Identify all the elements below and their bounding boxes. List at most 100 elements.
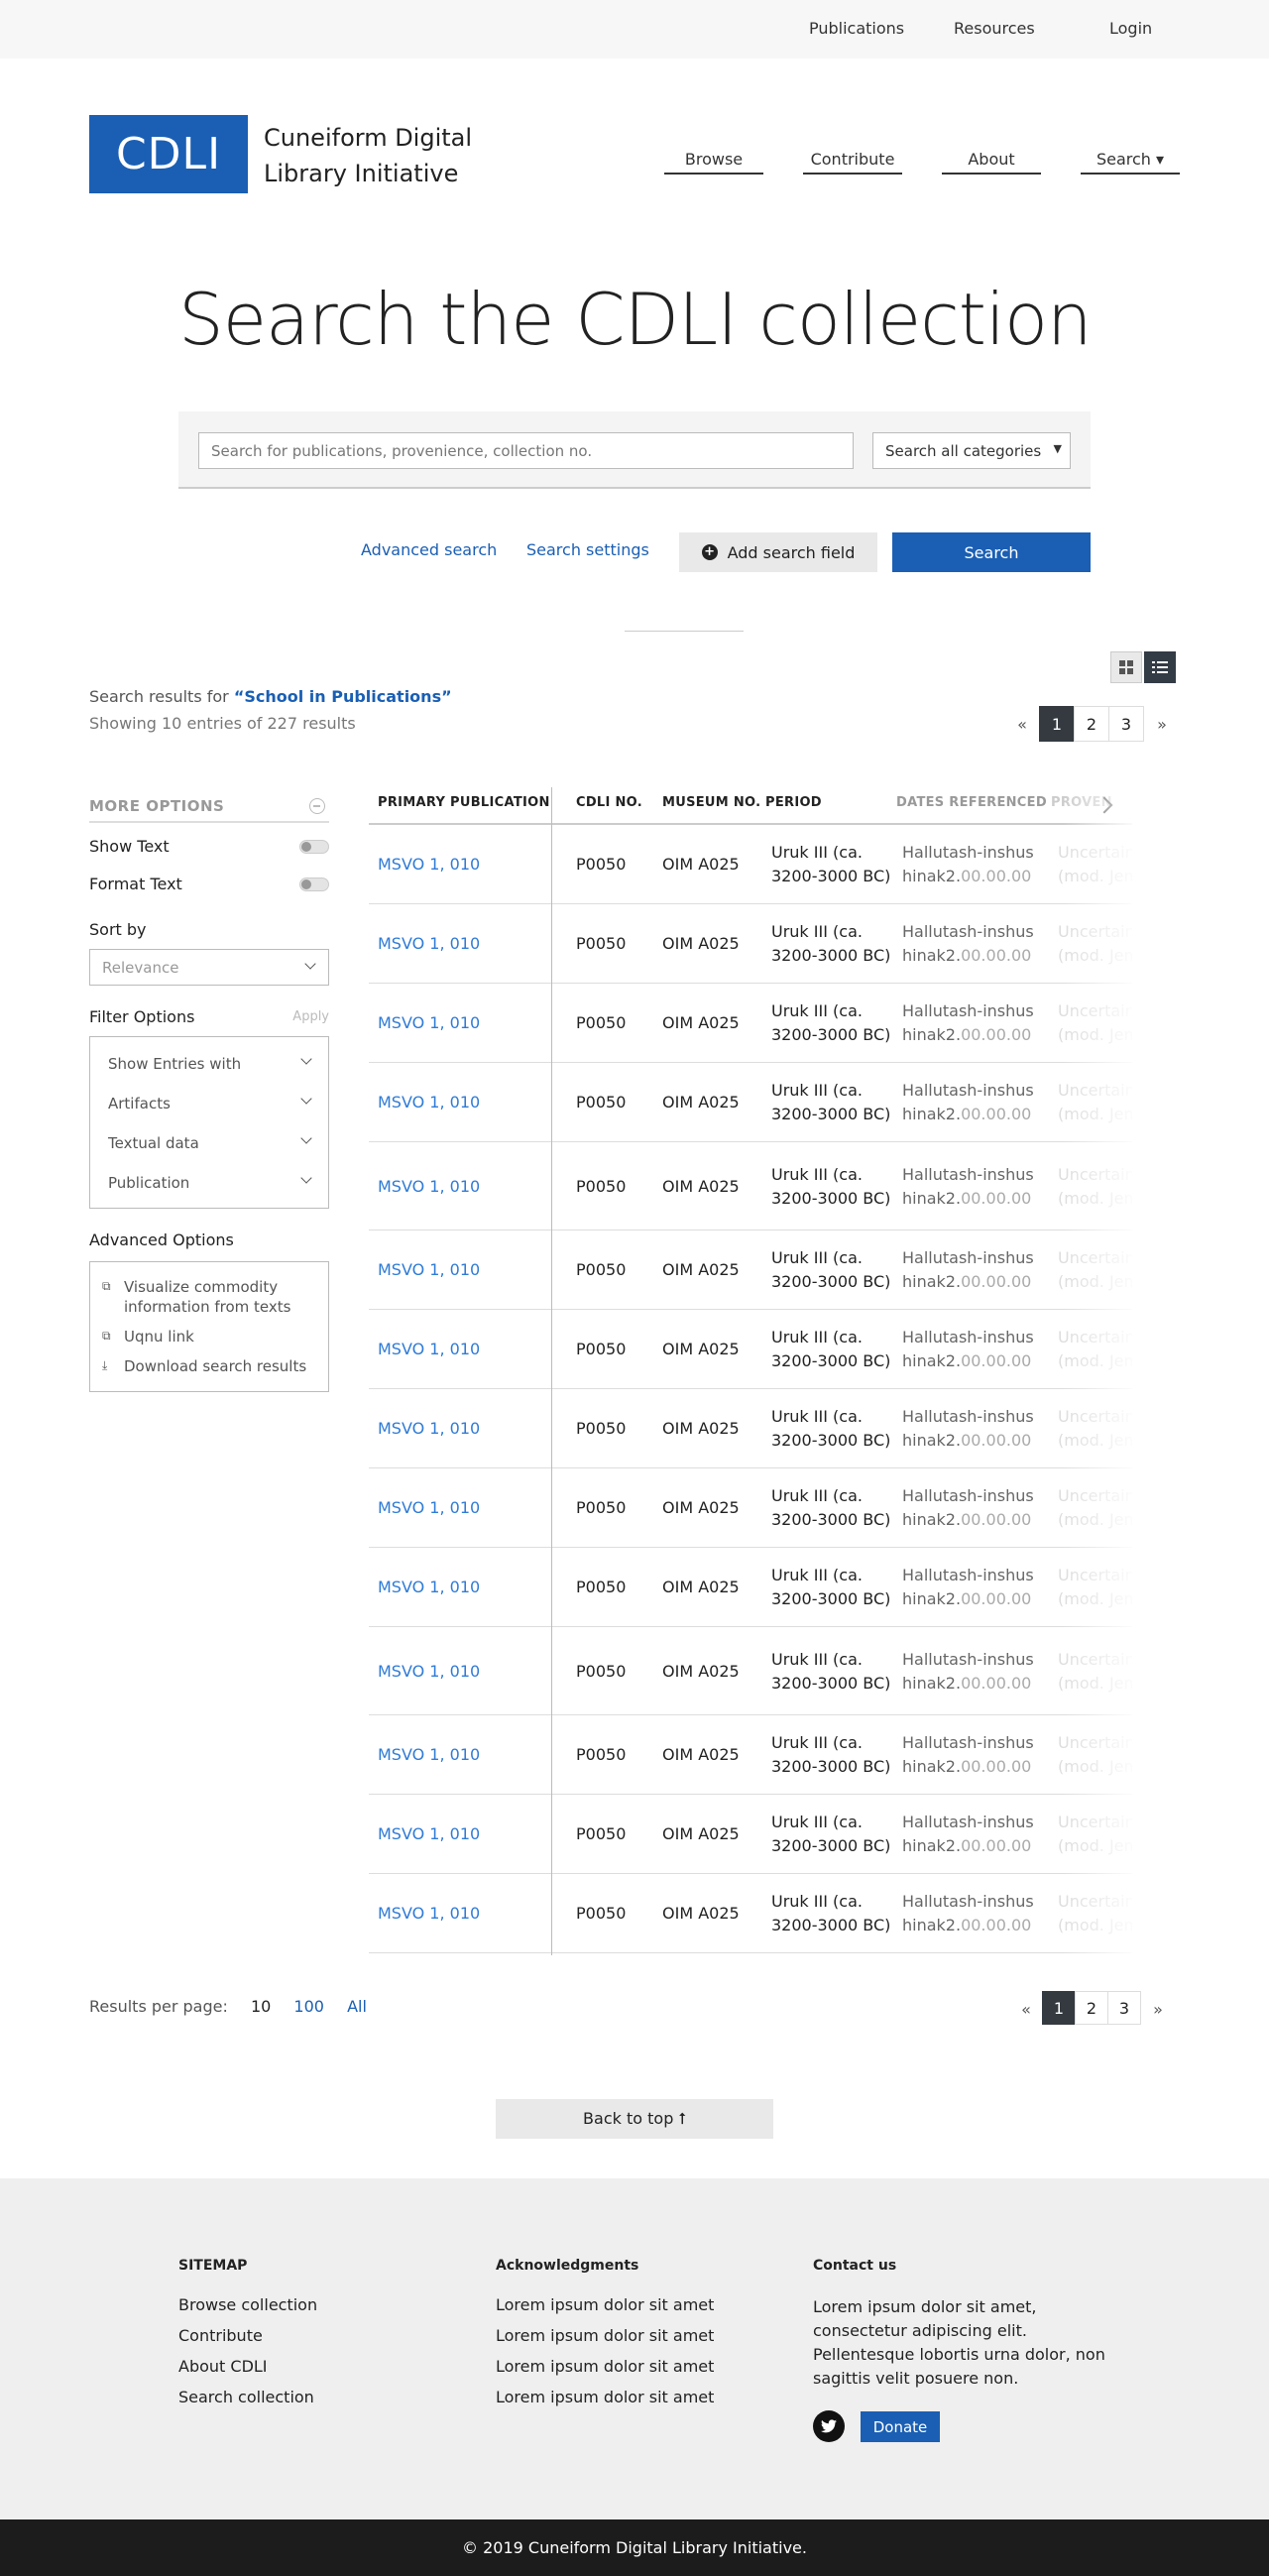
pagination-page-3[interactable]: 3 xyxy=(1108,706,1144,742)
nav-about[interactable]: About xyxy=(942,144,1041,175)
list-view-toggle[interactable] xyxy=(1144,651,1176,683)
cdli-number: P0050 xyxy=(576,855,627,874)
publication-link[interactable]: MSVO 1, 010 xyxy=(378,1822,480,1846)
advanced-search-link[interactable]: Advanced search xyxy=(361,540,497,559)
footer-link-contribute[interactable]: Contribute xyxy=(178,2326,317,2345)
search-button[interactable]: Search xyxy=(892,532,1091,572)
prov-line2: (mod. Jem xyxy=(1058,1431,1132,1450)
publication-link[interactable]: MSVO 1, 010 xyxy=(378,932,480,956)
footer-sitemap: SITEMAP Browse collection Contribute Abo… xyxy=(178,2258,317,2418)
rpp-option-100[interactable]: 100 xyxy=(293,1997,324,2016)
publication-link[interactable]: MSVO 1, 010 xyxy=(378,1258,480,1282)
twitter-icon[interactable] xyxy=(813,2410,845,2442)
publication-link[interactable]: MSVO 1, 010 xyxy=(378,853,480,877)
visualize-commodity-link[interactable]: ⧉ Visualize commodity information from te… xyxy=(102,1272,316,1322)
topbar-login-link[interactable]: Login xyxy=(1109,19,1152,38)
period-cell: Uruk III (ca. 3200-3000 BC) xyxy=(771,1163,890,1211)
pagination-page-3[interactable]: 3 xyxy=(1107,1991,1141,2025)
filter-artifacts[interactable]: Artifacts xyxy=(90,1083,328,1122)
period-line1: Uruk III (ca. xyxy=(771,1486,863,1505)
search-panel: Search all categories ▼ xyxy=(178,411,1091,489)
publication-link[interactable]: MSVO 1, 010 xyxy=(378,1175,480,1199)
table-row: MSVO 1, 010 P0050 OIM A025 Uruk III (ca. 320… xyxy=(369,984,1132,1063)
date-line1: Hallutash-inshus xyxy=(902,922,1034,941)
footer-link-browse[interactable]: Browse collection xyxy=(178,2295,317,2314)
pagination-page-1[interactable]: 1 xyxy=(1042,1991,1076,2025)
filter-publication[interactable]: Publication xyxy=(90,1162,328,1202)
date-line2a: hinak2. xyxy=(902,1589,962,1608)
publication-link[interactable]: MSVO 1, 010 xyxy=(378,1902,480,1926)
pagination-next[interactable]: » xyxy=(1141,1991,1175,2027)
category-select[interactable]: Search all categories ▼ xyxy=(872,432,1071,469)
cdli-number: P0050 xyxy=(576,1745,627,1764)
publication-link[interactable]: MSVO 1, 010 xyxy=(378,1660,480,1684)
donate-button[interactable]: Donate xyxy=(861,2411,940,2442)
date-line2a: hinak2. xyxy=(902,946,962,965)
add-search-field-button[interactable]: + Add search field xyxy=(679,532,877,572)
col-period[interactable]: PERIOD xyxy=(765,795,822,810)
pagination-prev[interactable]: « xyxy=(1009,1991,1043,2027)
sort-select[interactable]: Relevance xyxy=(89,949,329,986)
publication-link[interactable]: MSVO 1, 010 xyxy=(378,1576,480,1599)
pagination-next[interactable]: » xyxy=(1144,706,1180,742)
filter-textual-data[interactable]: Textual data xyxy=(90,1122,328,1162)
publication-link[interactable]: MSVO 1, 010 xyxy=(378,1338,480,1361)
show-text-toggle[interactable] xyxy=(299,840,329,854)
rpp-option-all[interactable]: All xyxy=(347,1997,367,2016)
period-line1: Uruk III (ca. xyxy=(771,843,863,862)
publication-link[interactable]: MSVO 1, 010 xyxy=(378,1743,480,1767)
col-museum-no[interactable]: MUSEUM NO. xyxy=(662,795,760,810)
table-row: MSVO 1, 010 P0050 OIM A025 Uruk III (ca. 320… xyxy=(369,1468,1132,1548)
download-results-link[interactable]: ⤓ Download search results xyxy=(102,1351,316,1381)
date-line2b: 00.00.00 xyxy=(961,1916,1032,1934)
nav-contribute[interactable]: Contribute xyxy=(803,144,902,175)
footer-link-about[interactable]: About CDLI xyxy=(178,2357,317,2376)
provenience-cell: Uncertain (mod. Jem xyxy=(1058,1163,1132,1211)
grid-view-toggle[interactable] xyxy=(1110,651,1142,683)
pagination-page-1[interactable]: 1 xyxy=(1039,706,1075,742)
pagination-page-2[interactable]: 2 xyxy=(1074,706,1109,742)
back-to-top-button[interactable]: Back to top ⭡ xyxy=(496,2099,773,2139)
pagination-page-2[interactable]: 2 xyxy=(1075,1991,1108,2025)
rpp-option-10[interactable]: 10 xyxy=(251,1997,271,2016)
dates-cell: Hallutash-inshus hinak2.00.00.00 xyxy=(902,1246,1034,1294)
prov-line1: Uncertain xyxy=(1058,1001,1132,1020)
publication-link[interactable]: MSVO 1, 010 xyxy=(378,1496,480,1520)
sort-select-value: Relevance xyxy=(102,959,179,977)
nav-browse[interactable]: Browse xyxy=(664,144,763,175)
uqnu-link[interactable]: ⧉ Uqnu link xyxy=(102,1322,316,1351)
search-settings-link[interactable]: Search settings xyxy=(526,540,649,559)
topbar-publications-link[interactable]: Publications xyxy=(809,19,904,38)
more-options-header[interactable]: MORE OPTIONS xyxy=(89,793,329,823)
pagination-prev[interactable]: « xyxy=(1004,706,1040,742)
cdli-logo[interactable]: CDLI xyxy=(89,115,248,193)
footer-link-search[interactable]: Search collection xyxy=(178,2388,317,2406)
grid-icon xyxy=(1119,660,1133,674)
provenience-cell: Uncertain (mod. Jem xyxy=(1058,1079,1132,1126)
search-input[interactable] xyxy=(198,432,854,469)
date-line2a: hinak2. xyxy=(902,1757,962,1776)
nav-search-dropdown[interactable]: Search ▾ xyxy=(1081,144,1180,175)
period-cell: Uruk III (ca. 3200-3000 BC) xyxy=(771,1246,890,1294)
table-row: MSVO 1, 010 P0050 OIM A025 Uruk III (ca. 320… xyxy=(369,1230,1132,1310)
prov-line1: Uncertain xyxy=(1058,1650,1132,1669)
publication-link[interactable]: MSVO 1, 010 xyxy=(378,1417,480,1441)
provenience-cell: Uncertain (mod. Jem xyxy=(1058,1648,1132,1696)
date-line2a: hinak2. xyxy=(902,1105,962,1123)
col-dates-referenced[interactable]: DATES REFERENCED xyxy=(896,795,1047,810)
dates-cell: Hallutash-inshus hinak2.00.00.00 xyxy=(902,920,1034,968)
filter-show-entries[interactable]: Show Entries with xyxy=(90,1043,328,1083)
publication-link[interactable]: MSVO 1, 010 xyxy=(378,1011,480,1035)
period-line2: 3200-3000 BC) xyxy=(771,1836,891,1855)
format-text-toggle[interactable] xyxy=(299,878,329,891)
col-cdli-no[interactable]: CDLI NO. xyxy=(576,795,642,810)
period-cell: Uruk III (ca. 3200-3000 BC) xyxy=(771,1890,890,1937)
filter-apply-button[interactable]: Apply xyxy=(292,1009,329,1024)
date-line1: Hallutash-inshus xyxy=(902,1733,1034,1752)
period-line1: Uruk III (ca. xyxy=(771,1650,863,1669)
topbar-resources-link[interactable]: Resources xyxy=(954,19,1035,38)
period-cell: Uruk III (ca. 3200-3000 BC) xyxy=(771,1405,890,1453)
col-primary-publication[interactable]: PRIMARY PUBLICATION xyxy=(378,795,550,810)
publication-link[interactable]: MSVO 1, 010 xyxy=(378,1091,480,1114)
chevron-down-icon xyxy=(300,1093,312,1105)
